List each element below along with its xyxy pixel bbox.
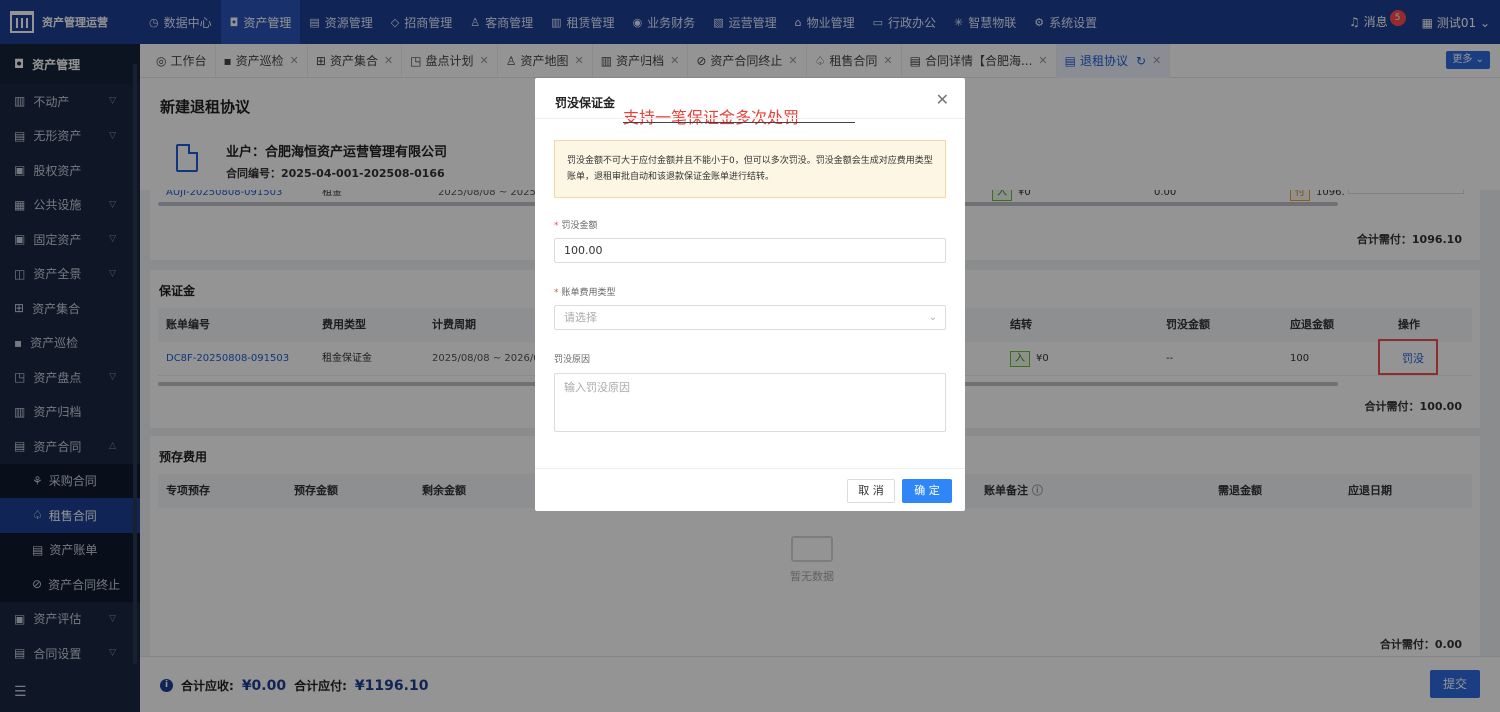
- amount-label: * 罚没金额: [554, 221, 598, 231]
- fee-type-select[interactable]: 请选择 ⌄: [554, 305, 946, 330]
- fee-type-label: * 账单费用类型: [554, 288, 616, 298]
- required-mark: *: [554, 221, 559, 231]
- close-icon[interactable]: ✕: [936, 90, 949, 109]
- reason-label: 罚没原因: [554, 355, 591, 365]
- modal-title: 罚没保证金: [555, 96, 616, 110]
- forfeit-amount-input[interactable]: 100.00: [554, 238, 946, 263]
- reason-textarea[interactable]: 输入罚没原因: [554, 373, 946, 432]
- cancel-button[interactable]: 取 消: [847, 479, 895, 503]
- forfeit-deposit-modal: 罚没保证金 支持一笔保证金多次处罚 ✕ 罚没金额不可大于应付金额并且不能小于0，…: [535, 78, 965, 511]
- annotation-text: 支持一笔保证金多次处罚: [623, 108, 800, 127]
- notice-box: 罚没金额不可大于应付金额并且不能小于0，但可以多次罚没。罚没金额会生成对应费用类…: [554, 140, 946, 198]
- divider: [535, 468, 965, 469]
- confirm-button[interactable]: 确 定: [902, 479, 952, 503]
- required-mark: *: [554, 288, 559, 298]
- divider: [535, 118, 965, 119]
- chevron-down-icon: ⌄: [928, 312, 937, 323]
- annotation-underline: [623, 122, 855, 123]
